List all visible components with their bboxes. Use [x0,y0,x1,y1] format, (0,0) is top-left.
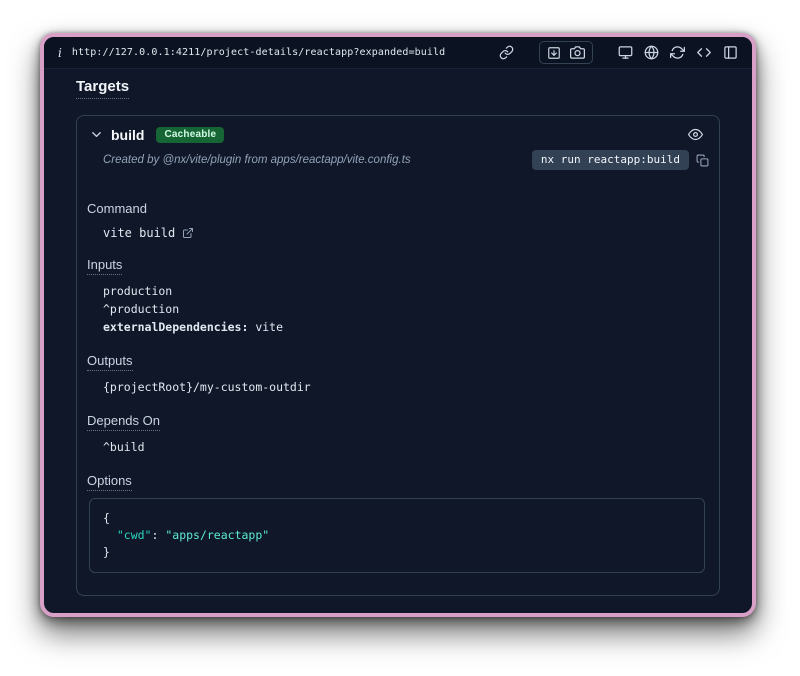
camera-icon[interactable] [570,45,585,60]
input-item: production [103,282,705,300]
external-deps-key: externalDependencies: [103,320,248,334]
depends-on-label: Depends On [87,413,705,428]
address-bar: i http://127.0.0.1:4211/project-details/… [44,37,752,69]
cacheable-badge: Cacheable [156,127,224,143]
topbar-icons [499,41,738,64]
external-link-icon[interactable] [182,227,194,239]
input-item: ^production [103,300,705,318]
command-value-row: vite build [103,226,705,240]
created-by-text: Created by @nx/vite/plugin from apps/rea… [103,154,411,166]
options-code-block: { "cwd": "apps/reactapp" } [89,498,705,573]
monitor-icon[interactable] [618,45,633,60]
globe-icon[interactable] [644,45,659,60]
info-icon[interactable]: i [58,46,62,60]
command-label: Command [87,201,705,216]
depends-on-item: ^build [103,438,705,456]
run-command-chip[interactable]: nx run reactapp:build [532,150,689,170]
inputs-label: Inputs [87,257,705,272]
panel-icon[interactable] [723,45,738,60]
target-name: build [111,127,144,143]
target-card-build: build Cacheable Created by @nx/vite/plug… [76,115,720,596]
page-title: Targets [76,69,720,99]
code-icon[interactable] [696,45,712,60]
output-item: {projectRoot}/my-custom-outdir [103,378,705,396]
build-card-body: Command vite build Inputs production ^pr… [77,182,719,595]
copy-icon[interactable] [696,154,709,167]
app-window: i http://127.0.0.1:4211/project-details/… [40,33,756,617]
link-icon[interactable] [499,45,514,60]
eye-icon[interactable] [685,125,706,144]
options-label: Options [87,473,705,488]
json-key: "cwd" [117,528,152,542]
build-card-subheader: Created by @nx/vite/plugin from apps/rea… [77,147,719,182]
external-deps-value: vite [248,320,283,334]
json-value: "apps/reactapp" [165,528,269,542]
build-card-header[interactable]: build Cacheable [77,116,719,147]
command-value: vite build [103,226,175,240]
export-icon[interactable] [547,46,561,60]
outputs-label: Outputs [87,353,705,368]
page-content: Targets build Cacheable Created by @nx/v… [44,69,752,613]
chevron-down-icon[interactable] [89,127,104,142]
input-item-external-deps: externalDependencies: vite [103,318,705,336]
url-text[interactable]: http://127.0.0.1:4211/project-details/re… [72,47,445,58]
capture-group [539,41,593,64]
refresh-icon[interactable] [670,45,685,60]
